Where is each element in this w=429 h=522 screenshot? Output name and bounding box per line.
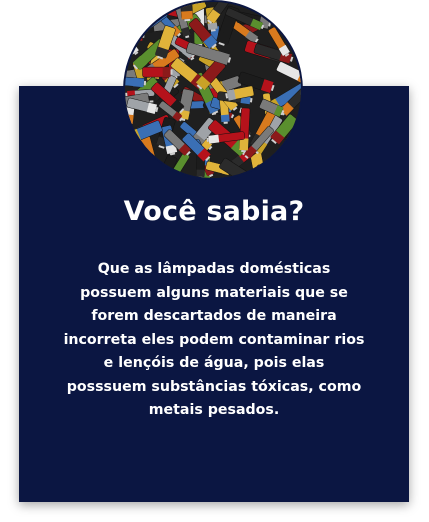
battery-shape <box>276 2 301 14</box>
card-title: Você sabia? <box>123 196 305 227</box>
battery-shape <box>125 21 139 56</box>
page-canvas: Você sabia? Que as lâmpadas domésticas p… <box>0 0 429 522</box>
battery-shape <box>125 27 145 41</box>
card-body-text: Que as lâmpadas domésticas possuem algun… <box>63 261 365 418</box>
battery-shape <box>125 11 145 26</box>
batteries-photo <box>125 2 301 178</box>
battery-shape <box>142 66 173 78</box>
battery-shape <box>286 2 301 23</box>
battery-shape <box>179 2 194 22</box>
battery-shape <box>281 2 301 18</box>
battery-shape <box>270 2 301 14</box>
batteries-illustration <box>125 2 301 178</box>
